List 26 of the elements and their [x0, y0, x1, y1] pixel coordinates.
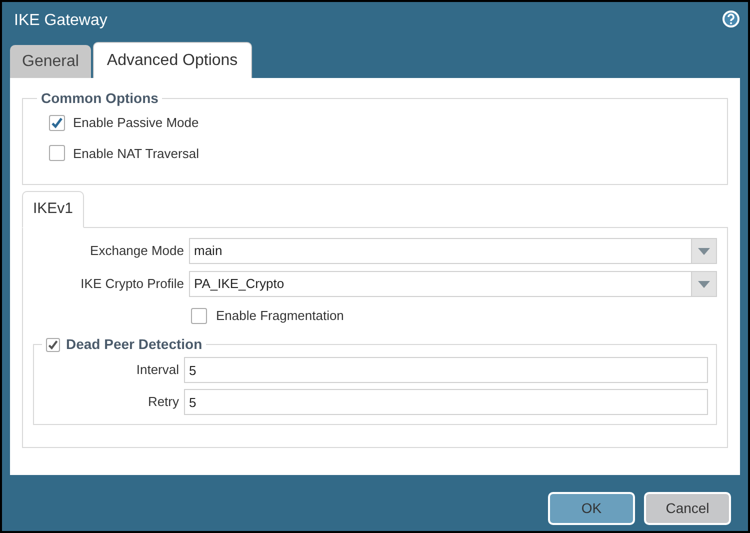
checkbox-label: Enable Fragmentation [216, 307, 344, 325]
group-title: Common Options [40, 89, 160, 108]
field-label: Retry [146, 393, 179, 412]
group-title: Dead Peer Detection [66, 335, 202, 354]
dropdown[interactable]: PA_IKE_Crypto [189, 271, 717, 297]
field-label: Exchange Mode [89, 242, 184, 260]
caret-icon [698, 248, 710, 254]
checkbox-label: Enable Passive Mode [73, 114, 199, 132]
dialog-button[interactable]: OK [548, 492, 635, 525]
tab[interactable]: General [10, 45, 91, 78]
dropdown[interactable]: main [189, 238, 717, 264]
dialog-button[interactable]: Cancel [644, 492, 731, 525]
input-field[interactable]: 5 [184, 389, 708, 415]
tab[interactable]: IKEv1 [22, 191, 84, 228]
checkbox[interactable] [49, 145, 65, 162]
checkbox-label: Enable NAT Traversal [73, 144, 199, 162]
checkbox[interactable] [191, 308, 207, 324]
checkbox[interactable] [49, 114, 65, 131]
checkbox[interactable] [46, 338, 60, 352]
window-title: IKE Gateway [14, 11, 108, 31]
field-label: IKE Crypto Profile [80, 275, 184, 294]
tab[interactable]: Advanced Options [92, 42, 252, 78]
input-field[interactable]: 5 [184, 357, 708, 383]
help-icon[interactable] [722, 10, 740, 28]
caret-icon [698, 280, 710, 288]
field-label: Interval [135, 361, 179, 380]
